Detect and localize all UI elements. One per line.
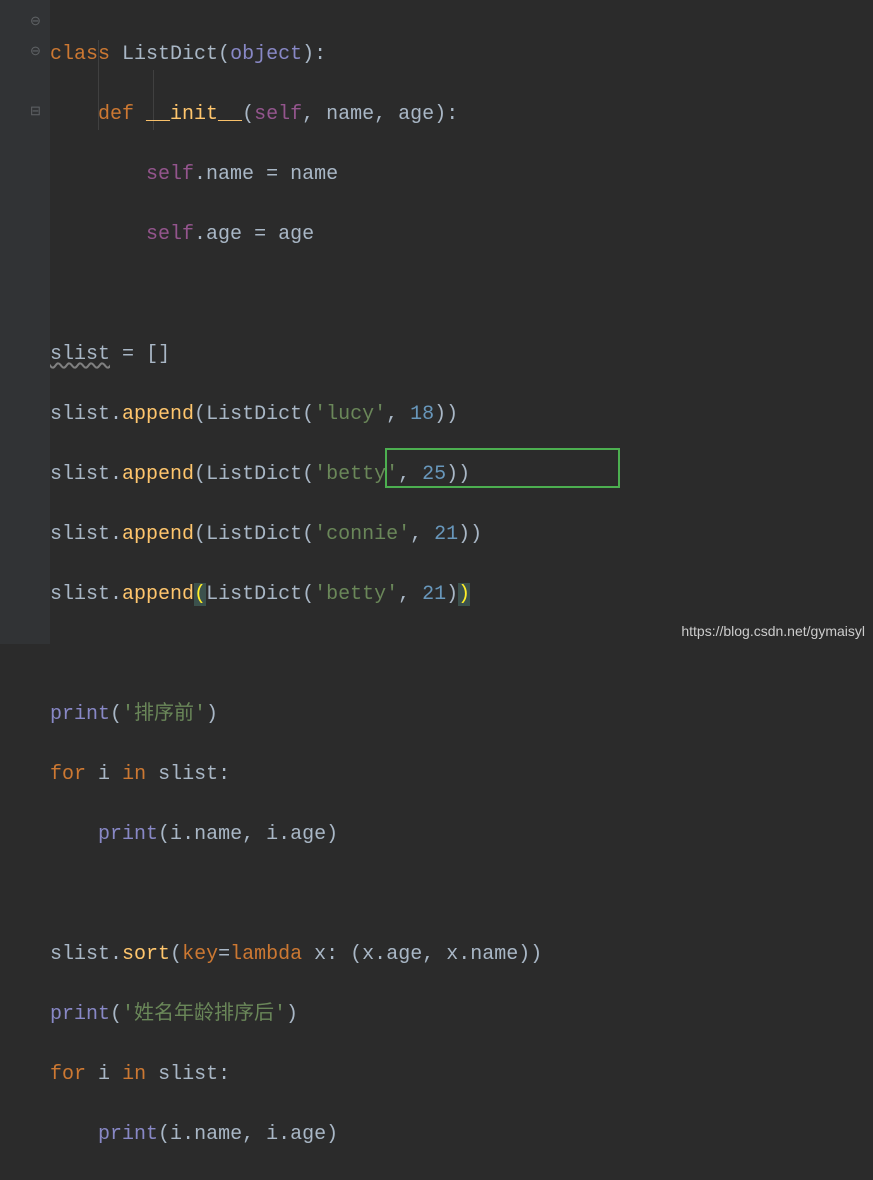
rhs-age: age <box>278 223 314 246</box>
fold-end-icon[interactable]: ⊟ <box>30 104 41 119</box>
class-call: ListDict <box>206 523 302 546</box>
watermark-text: https://blog.csdn.net/gymaisyl <box>681 623 865 639</box>
print-fn: print <box>50 703 110 726</box>
class-name: ListDict <box>122 43 218 66</box>
self-ref: self <box>146 223 194 246</box>
code-line: print(i.name, i.age) <box>50 1120 873 1150</box>
method-append: append <box>122 463 194 486</box>
code-line: def __init__(self, name, age): <box>50 100 873 130</box>
keyword-lambda: lambda <box>230 943 302 966</box>
function-name: __init__ <box>146 103 242 126</box>
empty-list: [] <box>146 343 170 366</box>
fold-icon[interactable]: ⊖ <box>30 14 41 29</box>
param-name: name <box>326 103 374 126</box>
class-call: ListDict <box>206 403 302 426</box>
number-21b: 21 <box>422 583 446 606</box>
string-betty2: 'betty' <box>314 583 398 606</box>
method-append: append <box>122 523 194 546</box>
keyword-class: class <box>50 43 110 66</box>
paren-highlight: ( <box>194 583 206 606</box>
iter-slist: slist <box>158 1063 218 1086</box>
editor-gutter: ⊖ ⊖ ⊟ <box>0 0 50 644</box>
loop-var: i <box>98 763 110 786</box>
number-21: 21 <box>434 523 458 546</box>
keyword-in: in <box>122 763 146 786</box>
code-line: print('排序前') <box>50 700 873 730</box>
code-line: print(i.name, i.age) <box>50 820 873 850</box>
code-line: slist.append(ListDict('connie', 21)) <box>50 520 873 550</box>
highlight-box <box>385 448 620 488</box>
code-line: print('姓名年龄排序后') <box>50 1000 873 1030</box>
var-slist: slist <box>50 523 110 546</box>
code-line: slist = [] <box>50 340 873 370</box>
kwarg-key: key <box>182 943 218 966</box>
var-slist: slist <box>50 463 110 486</box>
loop-var: i <box>98 1063 110 1086</box>
number-18: 18 <box>410 403 434 426</box>
code-line <box>50 640 873 670</box>
var-slist: slist <box>50 403 110 426</box>
print-fn: print <box>98 1123 158 1146</box>
string-after-sort: '姓名年龄排序后' <box>122 1003 286 1026</box>
string-lucy: 'lucy' <box>314 403 386 426</box>
attr-name: name <box>206 163 254 186</box>
class-call: ListDict <box>206 463 302 486</box>
code-block: class ListDict(object): def __init__(sel… <box>50 10 873 1180</box>
string-connie: 'connie' <box>314 523 410 546</box>
self-ref: self <box>146 163 194 186</box>
method-append: append <box>122 403 194 426</box>
keyword-for: for <box>50 1063 86 1086</box>
var-slist: slist <box>50 583 110 606</box>
keyword-for: for <box>50 763 86 786</box>
code-line: slist.append(ListDict('lucy', 18)) <box>50 400 873 430</box>
code-line: for i in slist: <box>50 1060 873 1090</box>
method-append: append <box>122 583 194 606</box>
iter-slist: slist <box>158 763 218 786</box>
var-slist: slist <box>50 343 110 366</box>
code-line: slist.sort(key=lambda x: (x.age, x.name)… <box>50 940 873 970</box>
keyword-def: def <box>98 103 134 126</box>
builtin-object: object <box>230 43 302 66</box>
code-line: self.name = name <box>50 160 873 190</box>
rhs-name: name <box>290 163 338 186</box>
param-age: age <box>398 103 434 126</box>
code-line: slist.append(ListDict('betty', 21)) <box>50 580 873 610</box>
self-param: self <box>254 103 302 126</box>
fold-icon[interactable]: ⊖ <box>30 44 41 59</box>
code-line: for i in slist: <box>50 760 873 790</box>
code-line: class ListDict(object): <box>50 40 873 70</box>
method-sort: sort <box>122 943 170 966</box>
attr-age: age <box>206 223 242 246</box>
code-line <box>50 280 873 310</box>
keyword-in: in <box>122 1063 146 1086</box>
print-fn: print <box>50 1003 110 1026</box>
code-line: self.age = age <box>50 220 873 250</box>
class-call: ListDict <box>206 583 302 606</box>
code-line <box>50 880 873 910</box>
paren-highlight: ) <box>458 583 470 606</box>
print-fn: print <box>98 823 158 846</box>
string-before-sort: '排序前' <box>122 703 206 726</box>
var-slist: slist <box>50 943 110 966</box>
